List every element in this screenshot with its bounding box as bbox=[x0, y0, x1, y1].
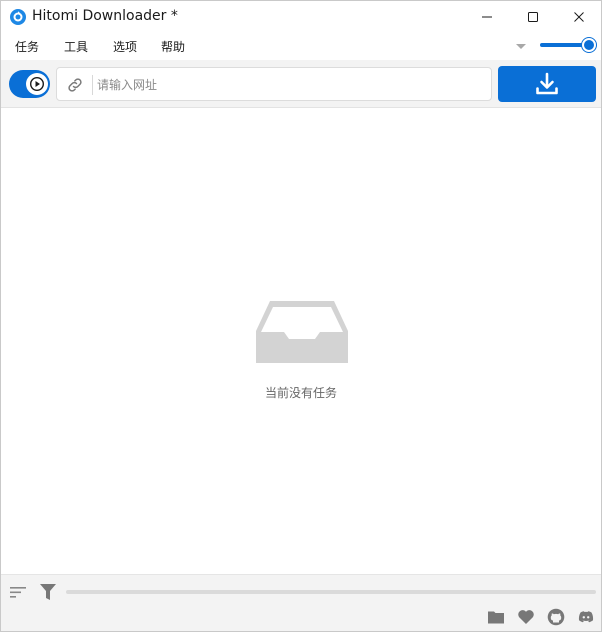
close-icon bbox=[574, 12, 584, 22]
task-list-area[interactable]: 当前没有任务 bbox=[1, 109, 601, 574]
empty-message: 当前没有任务 bbox=[264, 386, 337, 400]
progress-bar bbox=[66, 590, 596, 594]
window-title: Hitomi Downloader * bbox=[32, 8, 178, 24]
play-icon bbox=[30, 77, 44, 91]
heart-icon[interactable] bbox=[517, 608, 535, 626]
folder-icon[interactable] bbox=[487, 608, 505, 626]
github-icon[interactable] bbox=[547, 608, 565, 626]
app-logo-icon bbox=[10, 9, 26, 25]
play-toggle-button[interactable] bbox=[9, 70, 50, 98]
status-bar bbox=[1, 574, 601, 631]
toolbar bbox=[1, 60, 601, 108]
menu-bar: 任务 工具 选项 帮助 bbox=[1, 33, 601, 60]
play-knob bbox=[26, 73, 48, 95]
url-input-box[interactable] bbox=[56, 67, 492, 101]
maximize-button[interactable] bbox=[510, 1, 556, 33]
title-bar[interactable]: Hitomi Downloader * bbox=[1, 1, 601, 33]
minimize-button[interactable] bbox=[464, 1, 510, 33]
zoom-slider-thumb[interactable] bbox=[582, 38, 596, 52]
chevron-down-icon[interactable] bbox=[516, 44, 526, 49]
menu-item-tasks[interactable]: 任务 bbox=[15, 38, 39, 55]
app-window: Hitomi Downloader * 任务 工具 选项 帮助 请输入网址 当前… bbox=[0, 0, 602, 632]
menu-item-help[interactable]: 帮助 bbox=[161, 38, 185, 55]
sort-icon[interactable] bbox=[10, 585, 26, 599]
download-button[interactable] bbox=[498, 66, 596, 102]
menu-item-options[interactable]: 选项 bbox=[113, 38, 137, 55]
maximize-icon bbox=[528, 12, 538, 22]
filter-icon[interactable] bbox=[40, 583, 56, 601]
download-icon bbox=[536, 72, 558, 95]
url-divider bbox=[92, 75, 93, 95]
discord-icon[interactable] bbox=[577, 608, 595, 626]
inbox-tray-icon bbox=[256, 301, 348, 363]
menu-item-tools[interactable]: 工具 bbox=[64, 38, 88, 55]
link-icon bbox=[68, 78, 82, 92]
zoom-slider[interactable] bbox=[540, 37, 596, 53]
url-input[interactable] bbox=[97, 75, 487, 95]
close-button[interactable] bbox=[556, 1, 602, 33]
minimize-icon bbox=[482, 16, 492, 18]
